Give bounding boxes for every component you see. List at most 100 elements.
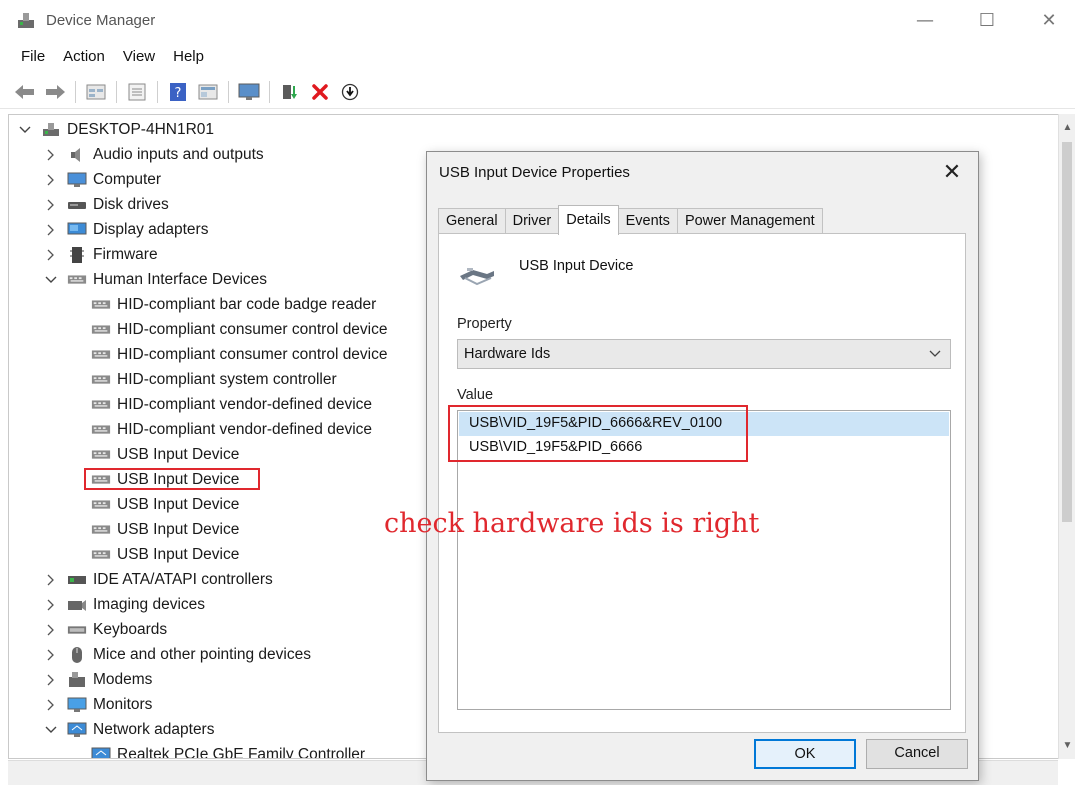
selected-device-highlight — [84, 468, 260, 490]
maximize-button[interactable]: ☐ — [964, 6, 1010, 36]
view-icon[interactable] — [124, 80, 150, 104]
tree-item[interactable]: Display adapters — [43, 218, 208, 242]
uninstall-icon[interactable] — [307, 80, 333, 104]
monitor-icon[interactable] — [236, 80, 262, 104]
svg-text:?: ? — [175, 86, 182, 101]
download-icon[interactable] — [337, 80, 363, 104]
properties-icon[interactable] — [83, 80, 109, 104]
tree-item-label: HID-compliant vendor-defined device — [117, 396, 373, 413]
tree-item[interactable]: USB Input Device — [91, 518, 239, 542]
tab-general[interactable]: General — [438, 208, 506, 234]
tree-item-label: Mice and other pointing devices — [93, 646, 311, 663]
modem-icon — [67, 671, 87, 689]
hid-icon — [91, 546, 111, 564]
tree-item-label: Imaging devices — [93, 596, 206, 613]
tab-power-management[interactable]: Power Management — [676, 208, 823, 234]
details-panel: USB Input Device Property Hardware Ids V… — [438, 233, 966, 733]
ide-icon — [67, 571, 87, 589]
properties-dialog: USB Input Device Properties ✕ General Dr… — [426, 151, 979, 781]
chevron-right-icon[interactable] — [43, 247, 59, 263]
tree-item[interactable]: Computer — [43, 168, 161, 192]
menu-help[interactable]: Help — [164, 46, 213, 70]
tab-details[interactable]: Details — [558, 205, 619, 235]
ok-button[interactable]: OK — [754, 739, 856, 769]
chevron-right-icon[interactable] — [43, 697, 59, 713]
scroll-up-icon[interactable]: ▲ — [1059, 118, 1075, 138]
chevron-down-icon[interactable] — [43, 722, 59, 738]
window-title: Device Manager — [46, 12, 156, 29]
tree-item-label: Display adapters — [93, 221, 209, 238]
tree-item[interactable]: Realtek PCIe GbE Family Controller — [91, 743, 365, 758]
tab-events[interactable]: Events — [617, 208, 678, 234]
tree-item[interactable]: HID-compliant consumer control device — [91, 343, 388, 367]
scrollbar-thumb[interactable] — [1062, 142, 1072, 522]
chevron-right-icon[interactable] — [43, 672, 59, 688]
tree-item[interactable]: Modems — [43, 668, 152, 692]
close-button[interactable]: ✕ — [1026, 6, 1072, 36]
tree-item-label: HID-compliant bar code badge reader — [117, 296, 377, 313]
tree-item[interactable]: Human Interface Devices — [43, 268, 267, 292]
chevron-right-icon[interactable] — [43, 172, 59, 188]
mouse-icon — [67, 646, 87, 664]
chevron-right-icon[interactable] — [43, 222, 59, 238]
property-dropdown[interactable]: Hardware Ids — [457, 339, 951, 369]
tree-item[interactable]: HID-compliant consumer control device — [91, 318, 388, 342]
tree-item[interactable]: Mice and other pointing devices — [43, 643, 311, 667]
device-manager-icon — [18, 13, 34, 28]
tree-root[interactable]: DESKTOP-4HN1R01 — [17, 118, 214, 142]
tree-item[interactable]: Imaging devices — [43, 593, 205, 617]
property-label: Property — [457, 316, 512, 332]
tree-item[interactable]: HID-compliant vendor-defined device — [91, 393, 372, 417]
firmware-icon — [67, 246, 87, 264]
menu-action[interactable]: Action — [54, 46, 114, 70]
tree-item[interactable]: Network adapters — [43, 718, 214, 742]
tree-item[interactable]: USB Input Device — [91, 443, 239, 467]
tree-item[interactable]: HID-compliant vendor-defined device — [91, 418, 372, 442]
menu-view[interactable]: View — [114, 46, 164, 70]
view-details-icon[interactable] — [195, 80, 221, 104]
tree-item-label: HID-compliant vendor-defined device — [117, 421, 373, 438]
tree-item[interactable]: Keyboards — [43, 618, 167, 642]
dialog-tabs: General Driver Details Events Power Mana… — [438, 205, 823, 235]
tree-item[interactable]: Disk drives — [43, 193, 169, 217]
dialog-close-button[interactable]: ✕ — [936, 158, 968, 188]
chevron-right-icon[interactable] — [43, 572, 59, 588]
tree-item[interactable]: Monitors — [43, 693, 152, 717]
chevron-right-icon[interactable] — [43, 597, 59, 613]
chevron-right-icon[interactable] — [43, 147, 59, 163]
computer-icon — [67, 171, 87, 189]
tree-item-label: Disk drives — [93, 196, 169, 213]
network-icon — [91, 746, 111, 758]
cancel-button[interactable]: Cancel — [866, 739, 968, 769]
chevron-down-icon[interactable] — [43, 272, 59, 288]
tree-item[interactable]: USB Input Device — [91, 543, 239, 567]
speaker-icon — [67, 146, 87, 164]
chevron-right-icon[interactable] — [43, 197, 59, 213]
minimize-button[interactable]: — — [902, 6, 948, 36]
hid-icon — [91, 521, 111, 539]
tab-driver[interactable]: Driver — [504, 208, 560, 234]
tree-item[interactable]: HID-compliant system controller — [91, 368, 337, 392]
back-arrow-icon[interactable] — [12, 80, 38, 104]
chevron-down-icon[interactable] — [17, 122, 33, 138]
vertical-scrollbar[interactable]: ▲ ▼ — [1058, 114, 1075, 759]
tree-item-label: Modems — [93, 671, 153, 688]
scroll-down-icon[interactable]: ▼ — [1059, 736, 1075, 756]
tree-item[interactable]: Firmware — [43, 243, 158, 267]
tree-item[interactable]: Audio inputs and outputs — [43, 143, 264, 167]
tree-item-label: HID-compliant consumer control device — [117, 346, 388, 363]
menu-file[interactable]: File — [12, 46, 54, 70]
tree-item-label: Keyboards — [93, 621, 168, 638]
menu-bar: File Action View Help — [12, 46, 213, 70]
chevron-right-icon[interactable] — [43, 647, 59, 663]
help-icon[interactable]: ? — [165, 80, 191, 104]
hid-icon — [91, 396, 111, 414]
chevron-right-icon[interactable] — [43, 622, 59, 638]
hid-icon — [91, 446, 111, 464]
tree-item-label: IDE ATA/ATAPI controllers — [93, 571, 273, 588]
tree-item[interactable]: USB Input Device — [91, 493, 239, 517]
tree-item[interactable]: IDE ATA/ATAPI controllers — [43, 568, 273, 592]
forward-arrow-icon[interactable] — [42, 80, 68, 104]
tree-item[interactable]: HID-compliant bar code badge reader — [91, 293, 376, 317]
update-driver-icon[interactable] — [277, 80, 303, 104]
